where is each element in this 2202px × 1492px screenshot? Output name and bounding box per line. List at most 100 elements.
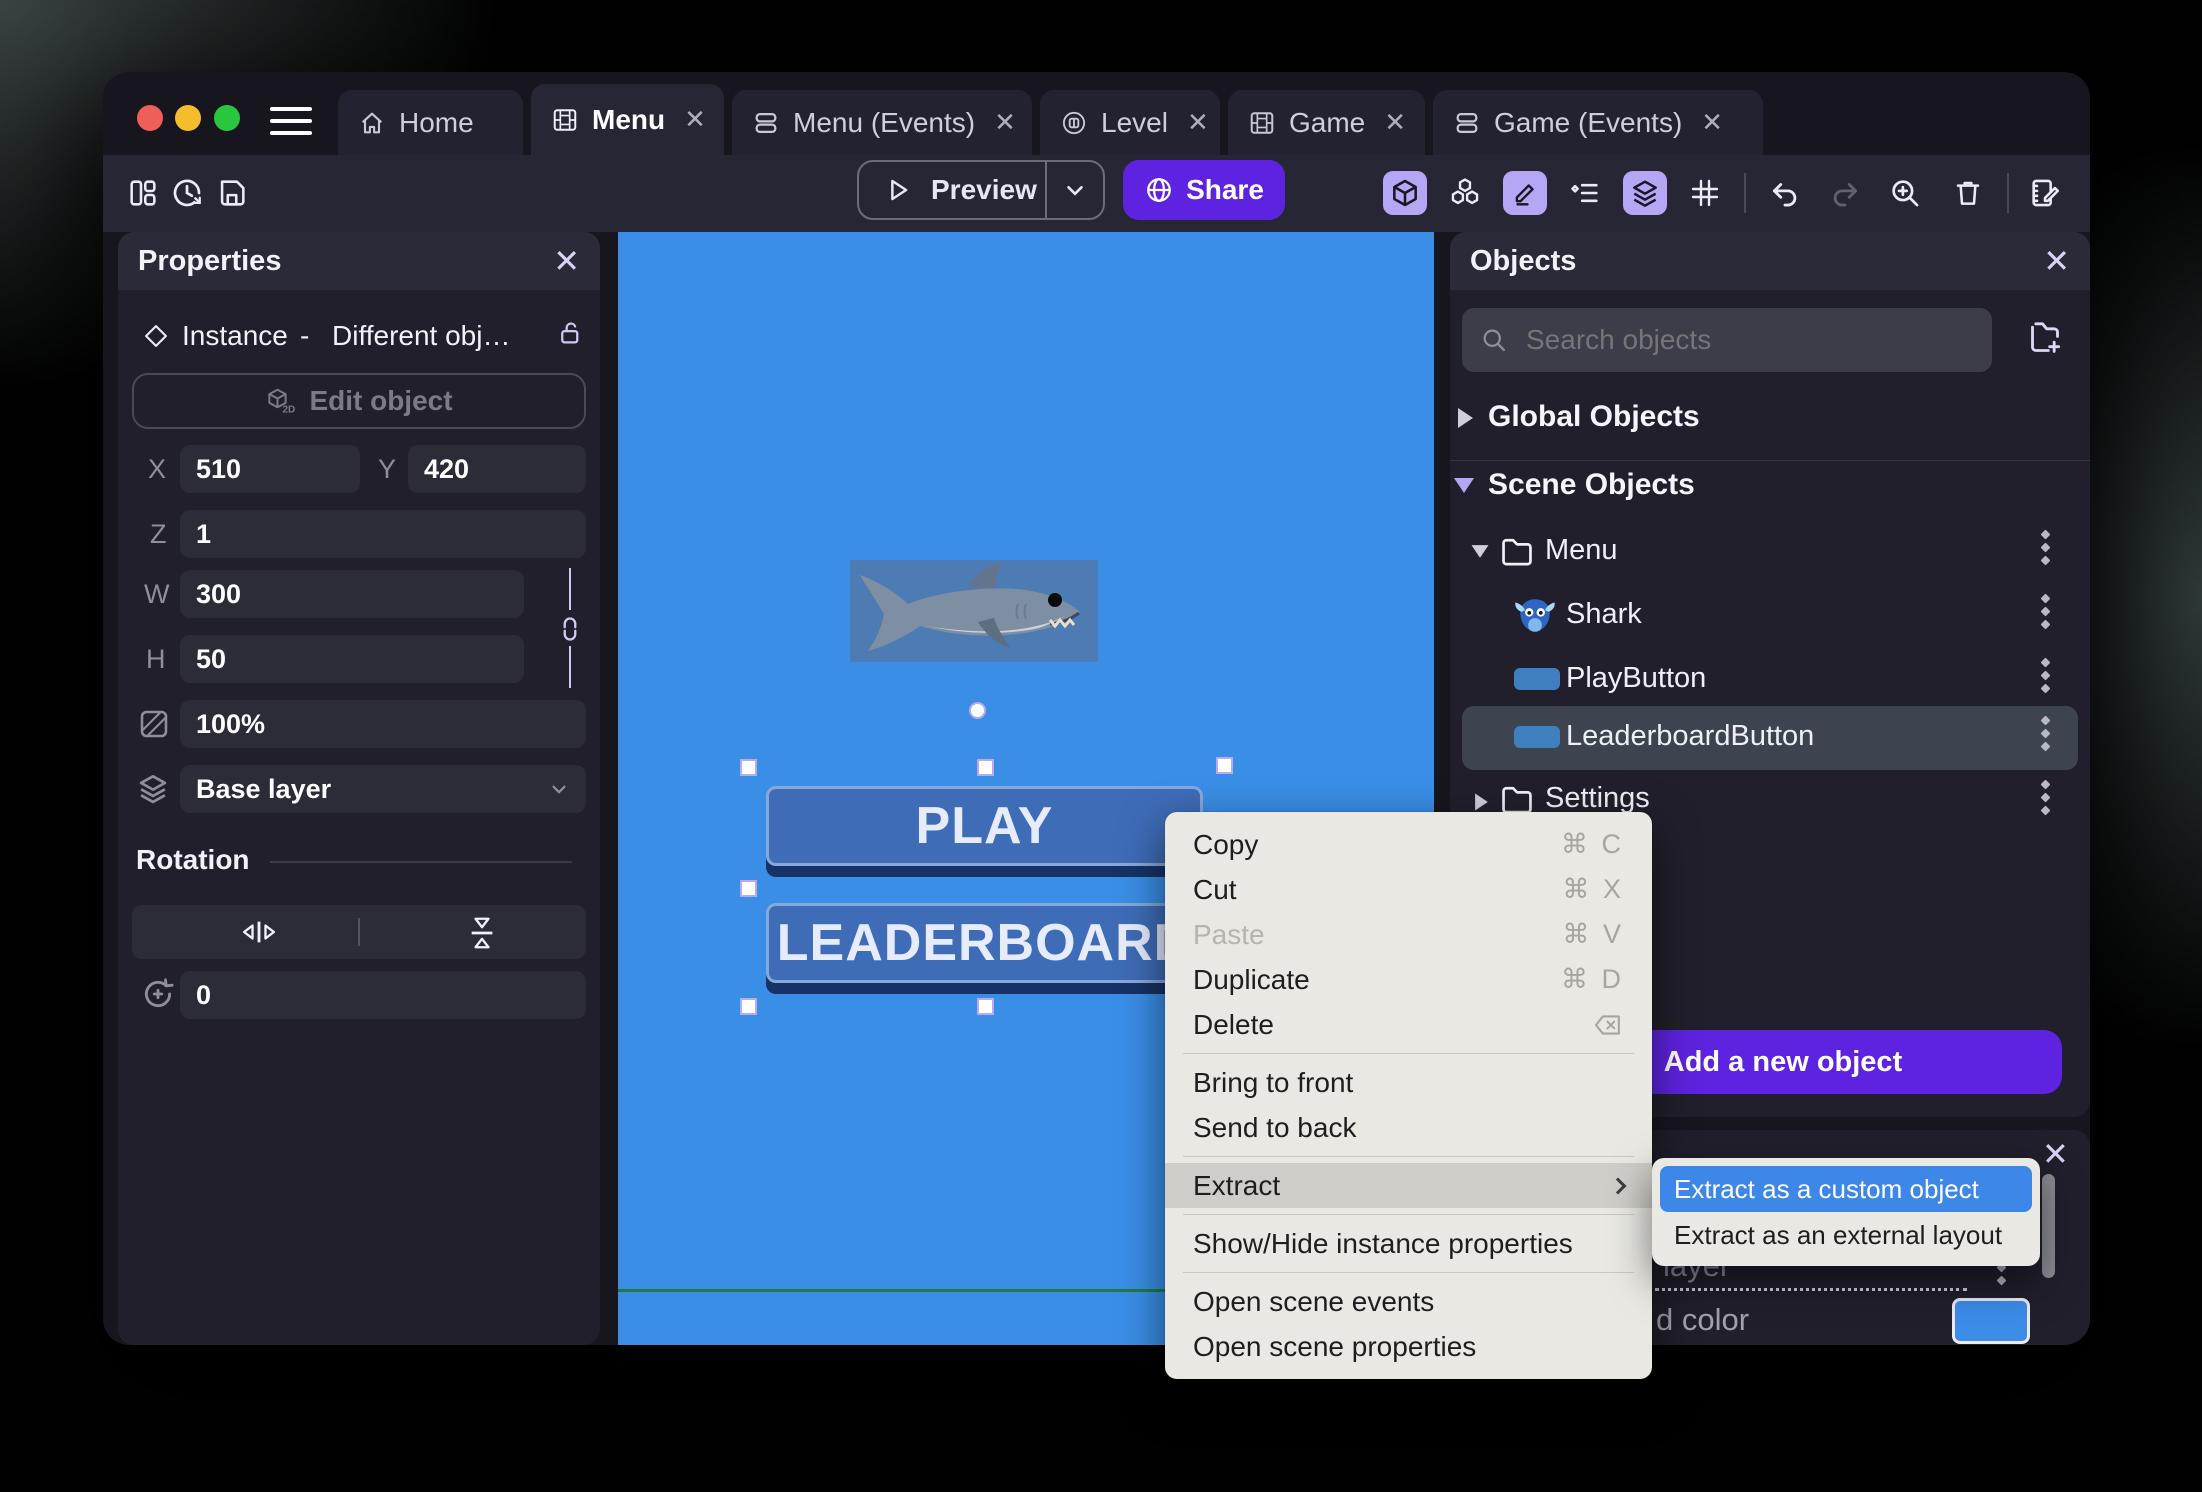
preview-button[interactable]: Preview [857, 160, 1105, 220]
kebab-menu-icon[interactable] [2040, 592, 2051, 631]
section-global-objects[interactable]: Global Objects [1488, 400, 1700, 434]
instance-separator: - [300, 320, 310, 351]
opacity-field[interactable] [180, 700, 586, 748]
menu-item-extract[interactable]: Extract [1165, 1163, 1652, 1208]
x-field[interactable] [180, 445, 360, 493]
history-icon[interactable] [165, 171, 209, 215]
rotation-handle[interactable] [969, 702, 986, 719]
rotation-angle-field[interactable] [180, 971, 586, 1019]
trash-icon[interactable] [1946, 171, 1990, 215]
tree-row-leaderboardbutton[interactable]: LeaderboardButton [1462, 706, 2078, 770]
close-icon[interactable]: ✕ [2042, 1138, 2069, 1170]
layers-icon[interactable] [1623, 171, 1667, 215]
leaderboard-button-instance[interactable]: LEADERBOARD [766, 903, 1203, 983]
play-button-label: PLAY [915, 797, 1054, 855]
objects-group-icon[interactable] [1443, 171, 1487, 215]
layer-select[interactable]: Base layer [180, 765, 586, 813]
shark-thumbnail-icon [1514, 594, 1556, 636]
menu-item-duplicate[interactable]: Duplicate ⌘ D [1165, 957, 1652, 1002]
tree-item-label: PlayButton [1566, 662, 1707, 694]
object-mode-cube-icon[interactable] [1383, 171, 1427, 215]
tab-close-icon[interactable]: ✕ [1701, 107, 1723, 138]
h-field[interactable] [180, 635, 524, 683]
selection-handle-mid-left[interactable] [740, 880, 757, 897]
close-icon[interactable]: ✕ [553, 245, 580, 277]
menu-item-delete[interactable]: Delete [1165, 1002, 1652, 1047]
tab-close-icon[interactable]: ✕ [684, 104, 706, 135]
scene-objects-collapse-icon[interactable] [1454, 478, 1474, 493]
tab-game[interactable]: Game ✕ [1228, 90, 1425, 155]
edit-object-button[interactable]: 2D Edit object [132, 373, 586, 429]
section-scene-objects[interactable]: Scene Objects [1488, 468, 1695, 502]
shark-sprite-instance[interactable] [850, 560, 1098, 662]
z-field[interactable] [180, 510, 586, 558]
zoom-in-icon[interactable] [1883, 171, 1927, 215]
zoom-window-button[interactable] [214, 105, 240, 131]
selection-handle-bottom-center[interactable] [977, 998, 994, 1015]
add-folder-icon[interactable] [2025, 316, 2065, 360]
undo-icon[interactable] [1763, 171, 1807, 215]
selection-handle-top-left[interactable] [740, 759, 757, 776]
redo-icon[interactable] [1823, 171, 1867, 215]
background-color-swatch[interactable] [1952, 1298, 2030, 1344]
w-field[interactable] [180, 570, 524, 618]
selection-handle-bottom-left[interactable] [740, 998, 757, 1015]
tab-close-icon[interactable]: ✕ [1384, 107, 1406, 138]
tab-menu[interactable]: Menu ✕ [531, 84, 724, 155]
y-field[interactable] [408, 445, 586, 493]
wh-link-chain-icon[interactable] [556, 616, 584, 642]
main-menu-hamburger-icon[interactable] [268, 104, 314, 138]
tree-row-playbutton[interactable]: PlayButton [1450, 648, 2090, 712]
tab-home[interactable]: Home [338, 90, 523, 155]
menu-item-label: Show/Hide instance properties [1193, 1227, 1573, 1259]
search-input[interactable] [1524, 323, 1944, 357]
flip-horizontal-icon[interactable] [237, 916, 281, 948]
menu-item-open-scene-events[interactable]: Open scene events [1165, 1279, 1652, 1324]
menu-item-cut[interactable]: Cut ⌘ X [1165, 867, 1652, 912]
play-button-instance[interactable]: PLAY [766, 786, 1203, 866]
menu-item-send-to-back[interactable]: Send to back [1165, 1105, 1652, 1150]
grid-icon[interactable] [1683, 171, 1727, 215]
menu-item-show-hide-instance-properties[interactable]: Show/Hide instance properties [1165, 1221, 1652, 1266]
menu-item-copy[interactable]: Copy ⌘ C [1165, 822, 1652, 867]
folder-collapse-icon[interactable] [1471, 545, 1489, 558]
close-window-button[interactable] [137, 105, 163, 131]
edit-pencil-icon[interactable] [1503, 171, 1547, 215]
layout-panels-icon[interactable] [121, 171, 165, 215]
kebab-menu-icon[interactable] [2040, 714, 2051, 753]
tab-game-events[interactable]: Game (Events) ✕ [1433, 90, 1763, 155]
w-field-label: W [144, 579, 170, 609]
tab-close-icon[interactable]: ✕ [994, 107, 1016, 138]
button-thumbnail [1514, 726, 1560, 748]
submenu-item-extract-custom-object[interactable]: Extract as a custom object [1660, 1166, 2032, 1212]
kebab-menu-icon[interactable] [2040, 656, 2051, 695]
close-icon[interactable]: ✕ [2043, 245, 2070, 277]
search-box[interactable] [1462, 308, 1992, 372]
menu-item-open-scene-properties[interactable]: Open scene properties [1165, 1324, 1652, 1369]
tab-menu-events[interactable]: Menu (Events) ✕ [732, 90, 1032, 155]
flip-vertical-icon[interactable] [466, 911, 498, 955]
scene-properties-edit-icon[interactable] [2023, 171, 2067, 215]
instance-properties-list-icon[interactable] [1563, 171, 1607, 215]
tab-close-icon[interactable]: ✕ [1187, 107, 1209, 138]
global-objects-expand-icon[interactable] [1458, 408, 1473, 428]
menu-divider [1183, 1053, 1634, 1054]
save-icon[interactable] [210, 171, 254, 215]
preview-dropdown-chevron-icon[interactable] [1047, 177, 1103, 203]
minimize-window-button[interactable] [175, 105, 201, 131]
unlock-icon[interactable] [556, 318, 586, 348]
tree-row-shark[interactable]: Shark [1450, 584, 2090, 648]
menu-item-bring-to-front[interactable]: Bring to front [1165, 1060, 1652, 1105]
submenu-item-extract-external-layout[interactable]: Extract as an external layout [1660, 1212, 2032, 1258]
tree-row-menu-folder[interactable]: Menu [1450, 520, 2090, 584]
scrollbar-thumb[interactable] [2042, 1174, 2055, 1278]
share-button[interactable]: Share [1123, 160, 1285, 220]
kebab-menu-icon[interactable] [2040, 778, 2051, 817]
tab-label: Game (Events) [1494, 106, 1683, 138]
folder-expand-icon[interactable] [1475, 793, 1488, 811]
selection-handle-top-right[interactable] [1216, 757, 1233, 774]
kebab-menu-icon[interactable] [2040, 528, 2051, 567]
menu-item-label: Send to back [1193, 1111, 1357, 1143]
selection-handle-top-center[interactable] [977, 759, 994, 776]
tab-level[interactable]: Level ✕ [1040, 90, 1220, 155]
